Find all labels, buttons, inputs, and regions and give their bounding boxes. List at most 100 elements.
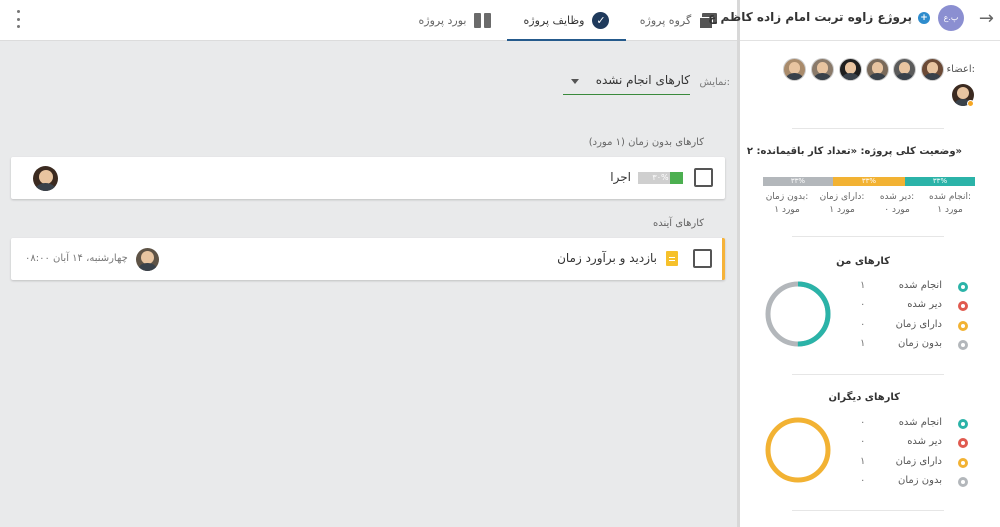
legend-row: بدون زمان ۰	[858, 475, 968, 489]
legend-row-count: ۰	[860, 319, 866, 330]
legend-row: انجام شده ۰	[858, 417, 968, 431]
check-circle-icon: ✓	[592, 12, 610, 29]
legend-value: ۱ مورد	[829, 205, 855, 215]
donut-segment-scheduled	[765, 417, 831, 483]
legend-row-label: دیر شده	[907, 299, 942, 310]
members-label: اعضاء:	[946, 64, 975, 75]
tab-project-board[interactable]: بورد پروژه	[414, 0, 496, 41]
divider	[792, 510, 944, 511]
status-ring-icon	[958, 340, 968, 350]
task-card[interactable]: بازدید و برآورد زمان چهارشنبه، ۱۴ آبان ۰…	[11, 238, 725, 280]
filter-label: نمایش:	[699, 77, 730, 88]
project-status-title: وضعیت کلی پروژه: «تعداد کار باقیمانده: ۲…	[746, 146, 962, 157]
legend-value: ۱ مورد	[774, 205, 800, 215]
section-label-no-time: کارهای بدون زمان (۱ مورد)	[588, 137, 704, 148]
document-icon	[666, 251, 678, 266]
legend-row-label: دیر شده	[907, 436, 942, 447]
task-checkbox[interactable]	[694, 168, 713, 187]
legend-row-count: ۰	[860, 475, 866, 486]
my-tasks-title: کارهای من	[836, 256, 890, 267]
info-icon[interactable]: +	[918, 12, 930, 24]
assignee-avatar[interactable]	[33, 166, 58, 191]
others-tasks-donut	[765, 417, 831, 483]
legend-row: دارای زمان ۱	[858, 456, 968, 470]
tab-label: بورد پروژه	[418, 14, 467, 27]
legend-row-label: دارای زمان	[895, 456, 942, 467]
legend-row-label: انجام شده	[898, 280, 942, 291]
project-title: پروژع زاوه تربت امام زاده کاظم ع	[708, 10, 912, 24]
task-card[interactable]: ۳۰% اجرا	[11, 157, 725, 199]
legend-row: بدون زمان ۱	[858, 338, 968, 352]
legend-label: بدون زمان:	[765, 192, 809, 202]
legend-label: انجام شده:	[928, 192, 972, 202]
caret-down-icon	[571, 79, 579, 84]
more-options-icon[interactable]	[12, 10, 24, 28]
legend-row-label: انجام شده	[898, 417, 942, 428]
legend-label: دیر شده:	[879, 192, 915, 202]
status-ring-icon	[958, 458, 968, 468]
divider	[792, 236, 944, 237]
assignee-avatar[interactable]	[136, 248, 159, 271]
back-arrow-icon[interactable]: →	[979, 9, 994, 29]
status-segment-scheduled: ۳۳%	[832, 177, 906, 186]
legend-row: دارای زمان ۰	[858, 319, 968, 333]
legend-row-label: بدون زمان	[898, 475, 942, 486]
legend-row-count: ۰	[860, 436, 866, 447]
status-ring-icon	[958, 438, 968, 448]
others-tasks-title: کارهای دیگران	[828, 392, 900, 403]
legend-late: دیر شده: ۰ مورد	[873, 191, 921, 217]
member-avatar[interactable]	[921, 58, 944, 81]
progress-bar: ۳۰%	[638, 172, 683, 184]
legend-scheduled: دارای زمان: ۱ مورد	[817, 191, 867, 217]
legend-row: دیر شده ۰	[858, 299, 968, 313]
legend-row-count: ۰	[860, 299, 866, 310]
legend-row: دیر شده ۰	[858, 436, 968, 450]
tab-label: وظایف پروژه	[523, 14, 585, 27]
legend-row-label: دارای زمان	[895, 319, 942, 330]
legend-label: دارای زمان:	[819, 192, 865, 202]
section-label-upcoming: کارهای آینده	[652, 218, 704, 229]
status-ring-icon	[958, 282, 968, 292]
status-ring-icon	[958, 477, 968, 487]
project-status-bar: ۳۳% ۳۳% ۳۳%	[763, 177, 975, 186]
my-tasks-donut	[765, 281, 831, 347]
member-avatar[interactable]	[839, 58, 862, 81]
legend-row-count: ۱	[860, 338, 866, 349]
legend-row-label: بدون زمان	[898, 338, 942, 349]
status-ring-icon	[958, 301, 968, 311]
top-toolbar: بورد پروژه وظایف پروژه ✓ گروه پروژه	[0, 0, 737, 41]
board-icon	[474, 12, 492, 29]
filter-select[interactable]: کارهای انجام نشده	[563, 69, 690, 95]
task-title[interactable]: بازدید و برآورد زمان	[557, 251, 657, 265]
tab-label: گروه پروژه	[639, 14, 692, 27]
filter-value: کارهای انجام نشده	[595, 73, 690, 87]
divider	[792, 128, 944, 129]
task-title[interactable]: اجرا	[610, 170, 631, 184]
legend-row-count: ۱	[860, 456, 866, 467]
project-header: → پ.ع + پروژع زاوه تربت امام زاده کاظم ع	[708, 0, 1000, 41]
legend-row-count: ۱	[860, 280, 866, 291]
status-ring-icon	[958, 419, 968, 429]
legend-row: انجام شده ۱	[858, 280, 968, 294]
legend-row-count: ۰	[860, 417, 866, 428]
legend-no-time: بدون زمان: ۱ مورد	[763, 191, 811, 217]
task-checkbox[interactable]	[693, 249, 712, 268]
member-avatar[interactable]	[893, 58, 916, 81]
status-ring-icon	[958, 321, 968, 331]
legend-value: ۱ مورد	[937, 205, 963, 215]
online-status-dot	[967, 100, 974, 107]
progress-label: ۳۰%	[652, 173, 669, 182]
member-avatar[interactable]	[811, 58, 834, 81]
project-sidebar: → پ.ع + پروژع زاوه تربت امام زاده کاظم ع…	[708, 0, 1000, 527]
legend-done: انجام شده: ۱ مورد	[925, 191, 975, 217]
project-avatar: پ.ع	[938, 5, 964, 31]
status-segment-no-time: ۳۳%	[763, 177, 833, 186]
member-avatar[interactable]	[783, 58, 806, 81]
tab-project-tasks[interactable]: وظایف پروژه ✓	[507, 0, 626, 41]
divider	[792, 374, 944, 375]
filter-row: نمایش: کارهای انجام نشده	[563, 69, 730, 95]
legend-value: ۰ مورد	[884, 205, 910, 215]
member-avatar[interactable]	[866, 58, 889, 81]
status-segment-done: ۳۳%	[905, 177, 975, 186]
task-date: چهارشنبه، ۱۴ آبان ۰۸:۰۰	[25, 253, 128, 264]
